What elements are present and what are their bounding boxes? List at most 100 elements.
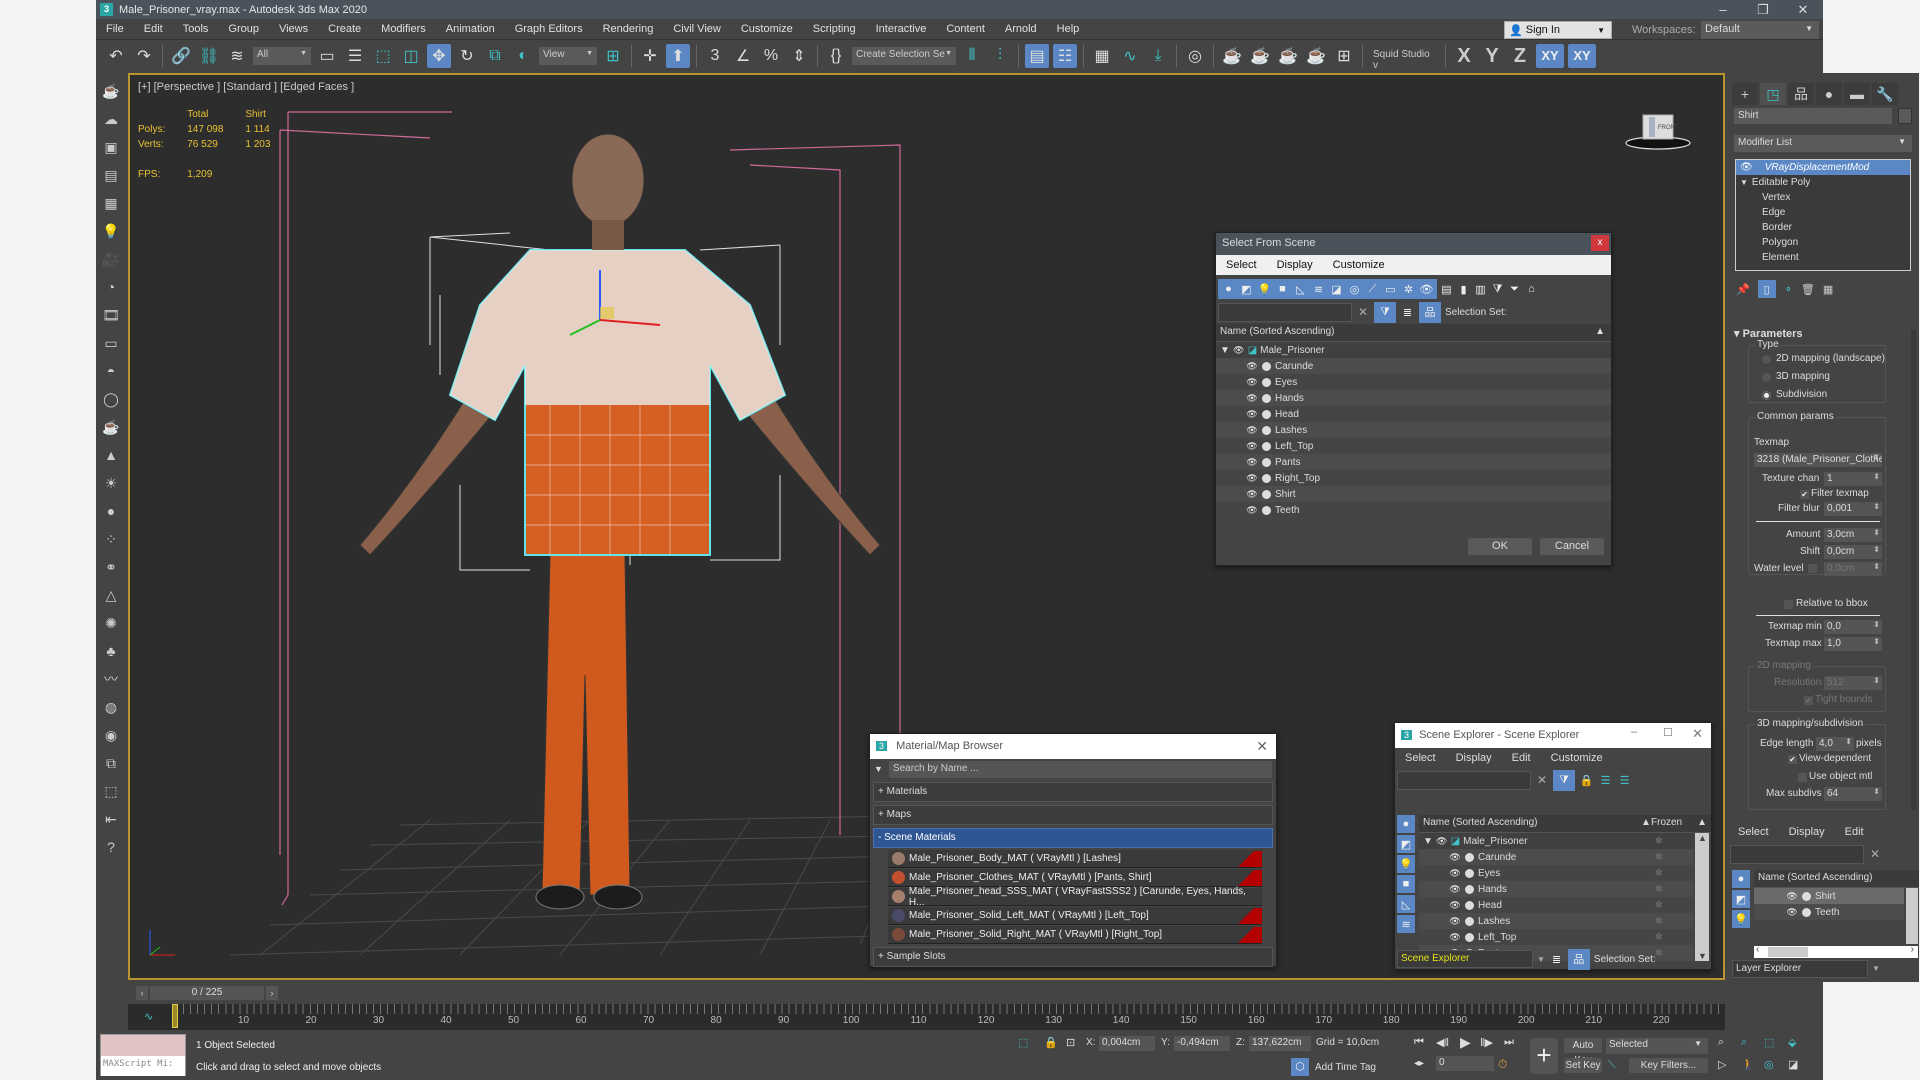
select-by-name-icon[interactable]: ☰ — [343, 44, 367, 68]
tree-item[interactable]: 👁 Shirt — [1216, 486, 1611, 502]
render-in-cloud-icon[interactable]: ⊞ — [1332, 44, 1356, 68]
mirror-icon[interactable]: ⫴ — [960, 44, 984, 68]
remove-modifier-icon[interactable]: 🗑 — [1801, 283, 1815, 296]
viewcube[interactable]: FRONT — [1623, 103, 1693, 153]
scene-explorer-titlebar[interactable]: 3 Scene Explorer - Scene Explorer – ☐ ✕ — [1395, 723, 1711, 748]
shift-spinner[interactable]: 0,0cm — [1824, 545, 1882, 559]
tree-item[interactable]: 👁 Head — [1216, 406, 1611, 422]
grass-icon[interactable]: ♣ — [100, 640, 122, 662]
named-selection-dropdown[interactable]: Create Selection Se ▼ — [852, 47, 956, 65]
axis-xy-button[interactable]: XY — [1536, 44, 1564, 68]
use-object-mtl-checkbox[interactable] — [1798, 773, 1807, 782]
frozen-snowflake-icon[interactable]: ❄ — [1655, 836, 1663, 847]
horizontal-scrollbar[interactable]: ‹ › — [1754, 944, 1918, 958]
material-sphere-icon[interactable]: ◉ — [100, 724, 122, 746]
frozen-snowflake-icon[interactable]: ❄ — [1655, 900, 1663, 911]
geometry-filter-icon[interactable]: ● — [1397, 815, 1415, 833]
hierarchy-tab-icon[interactable]: 品 — [1788, 83, 1814, 105]
render-dot-icon[interactable] — [1262, 393, 1271, 403]
visibility-eye-icon[interactable]: 👁 — [1246, 393, 1258, 404]
hierarchy-icon[interactable]: 品 — [1567, 948, 1590, 970]
maps-category[interactable]: + Maps — [873, 805, 1273, 825]
geometry-filter-icon[interactable]: ● — [1732, 870, 1750, 888]
select-object-icon[interactable]: ▭ — [315, 44, 339, 68]
render-dot-icon[interactable] — [1262, 409, 1271, 419]
percent-snap-icon[interactable]: % — [759, 44, 783, 68]
zoom-extents-all-icon[interactable]: ⬙ — [1788, 1036, 1796, 1049]
scene-materials-category[interactable]: - Scene Materials — [873, 828, 1273, 848]
menu-select[interactable]: Select — [1395, 752, 1446, 764]
menu-arnold[interactable]: Arnold — [995, 23, 1047, 35]
space-warps-filter-icon[interactable]: ≋ — [1397, 915, 1415, 933]
track-bar[interactable]: ∿ 10 20 30 40 50 60 70 80 90 100 110 120 130 140 150 16… — [128, 1004, 1725, 1030]
menu-graph-editors[interactable]: Graph Editors — [505, 23, 593, 35]
list-panel-icon[interactable]: ▤ — [100, 164, 122, 186]
spinner-snap-icon[interactable]: ⇕ — [787, 44, 811, 68]
vertical-scrollbar[interactable]: ▲ ▼ — [1695, 833, 1709, 961]
cone-icon[interactable]: ▲ — [100, 444, 122, 466]
resolution-spinner[interactable]: 512 — [1824, 676, 1882, 690]
material-item[interactable]: Male_Prisoner_Solid_Left_MAT ( VRayMtl )… — [888, 907, 1262, 925]
object-name-input[interactable]: Shirt — [1734, 108, 1892, 124]
water-level-spinner[interactable]: 0,0cm — [1824, 562, 1882, 576]
filter-texmap-checkbox[interactable]: ✔ — [1800, 490, 1809, 499]
go-to-end-icon[interactable]: ⏭ — [1504, 1036, 1514, 1049]
texmap-button[interactable]: 3218 (Male_Prisoner_Clothes_ — [1754, 453, 1882, 467]
teapot-mesh-icon[interactable]: ☕ — [100, 416, 122, 438]
zoom-icon[interactable]: ⌕ — [1718, 1036, 1724, 1049]
radio-3d-mapping[interactable] — [1762, 373, 1771, 382]
tree-item[interactable]: 👁 Pants — [1216, 454, 1611, 470]
subobject-item[interactable]: Border — [1736, 220, 1910, 235]
tree-item[interactable]: 👁 Eyes ❄ — [1419, 865, 1693, 881]
pivot-center-icon[interactable]: ⊞ — [601, 44, 625, 68]
render-dot-icon[interactable] — [1465, 916, 1474, 926]
z-coordinate-field[interactable]: 137,622cm — [1249, 1036, 1311, 1051]
find-filter-icon[interactable]: ⧩ — [1553, 769, 1575, 791]
select-scale-icon[interactable]: ⧉ — [483, 44, 507, 68]
max-subdivs-spinner[interactable]: 64 — [1824, 787, 1882, 801]
tree-item[interactable]: 👁 Carunde ❄ — [1419, 849, 1693, 865]
menu-rendering[interactable]: Rendering — [593, 23, 664, 35]
utilities-tab-icon[interactable]: 🔧 — [1872, 83, 1898, 105]
render-dot-icon[interactable] — [1465, 932, 1474, 942]
particles-icon[interactable]: ⁘ — [100, 528, 122, 550]
schematic-view-icon[interactable]: ⤓ — [1146, 44, 1170, 68]
snap-toggle-icon[interactable]: 3 — [703, 44, 727, 68]
curve-editor-mini-icon[interactable]: ∿ — [144, 1010, 153, 1023]
close-button[interactable]: x — [1591, 235, 1609, 251]
light-lister-icon[interactable]: 💡 — [100, 220, 122, 242]
sign-in-button[interactable]: 👤 Sign In ▼ — [1504, 21, 1612, 39]
keyboard-shortcut-override-icon[interactable]: ⬆ — [666, 44, 690, 68]
visibility-eye-icon[interactable]: 👁 — [1449, 916, 1461, 927]
rendered-frame-window-icon[interactable]: ☕ — [1248, 44, 1272, 68]
selection-lock-icon[interactable]: 🔒 — [1044, 1036, 1058, 1049]
frozen-snowflake-icon[interactable]: ❄ — [1655, 852, 1663, 863]
material-browser-titlebar[interactable]: 3 Material/Map Browser ✕ — [870, 734, 1276, 759]
menu-select[interactable]: Select — [1728, 826, 1779, 838]
amount-spinner[interactable]: 3,0cm — [1824, 528, 1882, 542]
frozen-snowflake-icon[interactable]: ❄ — [1655, 916, 1663, 927]
go-to-start-icon[interactable]: ⏮ — [1414, 1036, 1424, 1049]
configure-sets-icon[interactable]: ▦ — [1823, 283, 1833, 296]
key-filters-button[interactable]: Key Filters... — [1629, 1058, 1708, 1073]
layer-explorer-toggle-icon[interactable]: ☷ — [1053, 44, 1077, 68]
modifier-stack-item[interactable]: 👁 VRayDisplacementMod — [1736, 160, 1910, 175]
relative-to-bbox-checkbox[interactable] — [1784, 600, 1793, 609]
render-iterative-icon[interactable]: ☕ — [1304, 44, 1328, 68]
visibility-eye-icon[interactable]: 👁 — [1246, 505, 1258, 516]
visibility-eye-icon[interactable]: 👁 — [1246, 473, 1258, 484]
shapes-filter-icon[interactable]: ◩ — [1239, 282, 1254, 297]
menu-civil-view[interactable]: Civil View — [663, 23, 730, 35]
dome-light-icon[interactable]: ◓ — [100, 360, 122, 382]
tree-item[interactable]: 👁 Teeth — [1754, 904, 1904, 920]
visibility-eye-icon[interactable]: 👁 — [1436, 836, 1448, 847]
radio-subdivision[interactable] — [1762, 391, 1771, 400]
minimize-button[interactable]: – — [1631, 726, 1637, 738]
layers-icon[interactable]: ≣ — [1400, 305, 1415, 320]
angle-snap-icon[interactable]: ∠ — [731, 44, 755, 68]
lights-filter-icon[interactable]: 💡 — [1732, 910, 1750, 928]
render-dot-icon[interactable] — [1262, 425, 1271, 435]
visibility-eye-icon[interactable]: 👁 — [1246, 489, 1258, 500]
material-item[interactable]: Male_Prisoner_Body_MAT ( VRayMtl ) [Lash… — [888, 850, 1262, 868]
frozen-snowflake-icon[interactable]: ❄ — [1655, 884, 1663, 895]
